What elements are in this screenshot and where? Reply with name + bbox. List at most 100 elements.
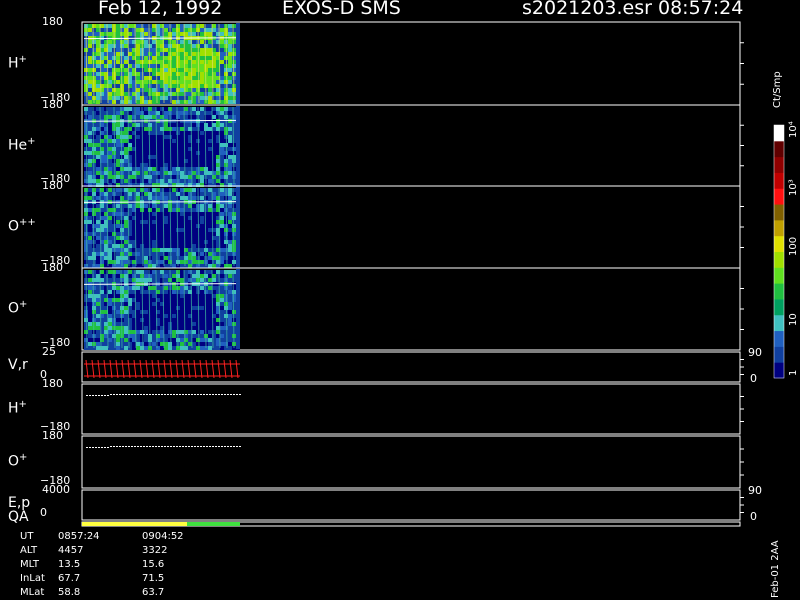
heat-cell (148, 123, 152, 127)
heat-cell (228, 318, 232, 322)
heat-cell (192, 48, 196, 52)
heat-cell (116, 44, 120, 48)
heat-cell (152, 159, 156, 163)
heat-cell (232, 48, 236, 52)
angle-dot (158, 446, 160, 447)
plot-date: Feb 12, 1992 (98, 0, 223, 19)
heat-cell (108, 220, 112, 224)
heat-cell (88, 76, 92, 80)
heat-cell (192, 314, 196, 318)
heat-cell (164, 216, 168, 220)
heat-cell (108, 228, 112, 232)
heat-cell (224, 80, 228, 84)
heat-cell (136, 64, 140, 68)
heat-cell (96, 298, 100, 302)
heat-cell (200, 84, 204, 88)
heat-cell (180, 115, 184, 119)
heat-cell (224, 76, 228, 80)
heat-cell (136, 298, 140, 302)
heat-cell (152, 76, 156, 80)
heat-cell (88, 68, 92, 72)
heat-cell (124, 32, 128, 36)
heat-cell (112, 163, 116, 167)
angle-dot (122, 394, 124, 395)
heat-cell (228, 143, 232, 147)
heat-cell (84, 167, 88, 171)
heat-cell (180, 179, 184, 183)
heat-cell (180, 326, 184, 330)
heat-cell (140, 64, 144, 68)
heat-cell (88, 294, 92, 298)
heat-cell (96, 314, 100, 318)
heat-cell (92, 32, 96, 36)
heat-cell (164, 24, 168, 28)
heat-cell (212, 107, 216, 111)
vr-trace (175, 359, 179, 379)
heat-cell (152, 111, 156, 115)
heat-cell (136, 171, 140, 175)
heat-cell (192, 310, 196, 314)
heat-cell (116, 334, 120, 338)
heat-cell (168, 322, 172, 326)
heat-cell (96, 24, 100, 28)
heat-cell (228, 175, 232, 179)
angle-dot (188, 446, 190, 447)
heat-cell (120, 294, 124, 298)
heat-cell (136, 334, 140, 338)
heat-cell (164, 111, 168, 115)
heat-cell (164, 264, 168, 268)
heat-cell (96, 232, 100, 236)
heat-cell (228, 342, 232, 346)
heat-cell (196, 167, 200, 171)
instrument-title: EXOS-D SMS (282, 0, 401, 19)
heat-cell (164, 131, 168, 135)
heat-cell (228, 68, 232, 72)
heat-cell (224, 171, 228, 175)
heat-cell (220, 244, 224, 248)
heat-cell (144, 236, 148, 240)
heat-cell (120, 127, 124, 131)
heat-cell (136, 322, 140, 326)
heat-cell (176, 131, 180, 135)
heat-cell (228, 76, 232, 80)
heat-cell (192, 252, 196, 256)
colorbar-segment (774, 156, 784, 173)
heat-cell (164, 294, 168, 298)
heat-cell (108, 171, 112, 175)
heat-cell (156, 28, 160, 32)
heat-cell (148, 196, 152, 200)
heat-cell (116, 115, 120, 119)
heat-cell (136, 256, 140, 260)
heat-cell (200, 224, 204, 228)
panel-label-2: O++ (8, 217, 36, 235)
heat-cell (196, 310, 200, 314)
heat-cell (96, 318, 100, 322)
heat-cell (124, 236, 128, 240)
heat-cell (196, 326, 200, 330)
heat-cell (192, 216, 196, 220)
heat-cell (100, 107, 104, 111)
heat-cell (200, 68, 204, 72)
qa-segment-2 (187, 522, 240, 526)
heat-cell (216, 179, 220, 183)
heat-cell (120, 290, 124, 294)
heat-cell (208, 48, 212, 52)
heat-cell (124, 84, 128, 88)
heat-cell (136, 88, 140, 92)
heat-cell (208, 326, 212, 330)
heat-cell (92, 139, 96, 143)
heat-cell (192, 188, 196, 192)
heat-cell (120, 32, 124, 36)
heat-cell (136, 264, 140, 268)
heat-cell (180, 68, 184, 72)
heat-cell (96, 228, 100, 232)
angle-dot (98, 447, 100, 448)
heat-cell (232, 127, 236, 131)
heat-cell (208, 44, 212, 48)
heat-cell (124, 220, 128, 224)
heat-cell (96, 64, 100, 68)
angle-dot (191, 394, 193, 395)
heat-cell (88, 111, 92, 115)
heat-cell (144, 68, 148, 72)
heat-cell (196, 147, 200, 151)
